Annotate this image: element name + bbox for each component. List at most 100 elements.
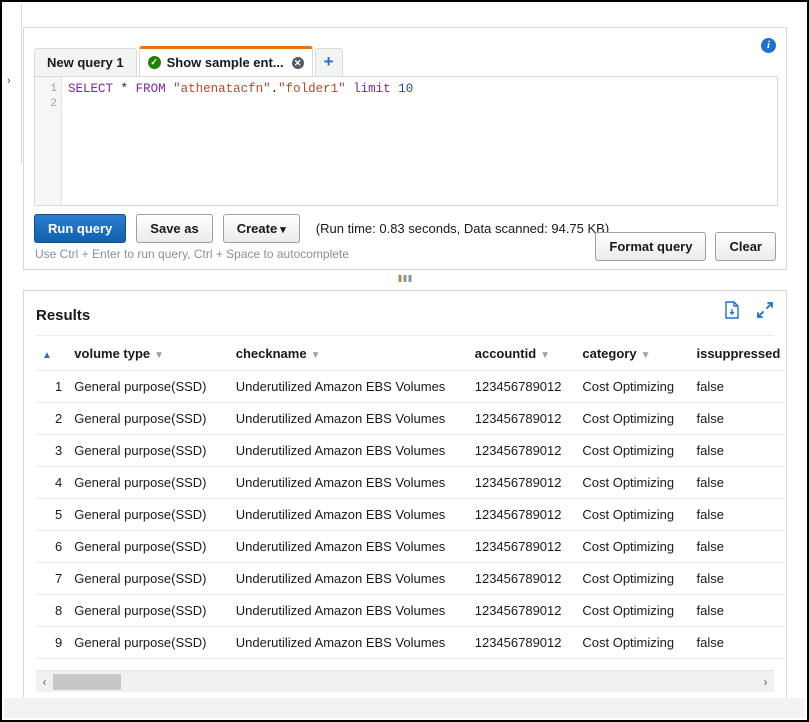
cell-issuppressed: false bbox=[690, 467, 786, 499]
cell-category: Cost Optimizing bbox=[576, 499, 690, 531]
cell-idx: 7 bbox=[36, 563, 68, 595]
table-row[interactable]: 8General purpose(SSD)Underutilized Amazo… bbox=[36, 595, 786, 627]
cell-category: Cost Optimizing bbox=[576, 531, 690, 563]
table-row[interactable]: 1General purpose(SSD)Underutilized Amazo… bbox=[36, 371, 786, 403]
cell-checkname: Underutilized Amazon EBS Volumes bbox=[230, 627, 469, 659]
column-header-label: issuppressed bbox=[696, 346, 780, 361]
column-header-issuppressed[interactable]: issuppressed ▼ bbox=[690, 336, 786, 371]
cell-idx: 6 bbox=[36, 531, 68, 563]
cell-category: Cost Optimizing bbox=[576, 403, 690, 435]
chevron-down-icon[interactable]: ▼ bbox=[784, 350, 786, 361]
sql-database-name: "athenatacfn" bbox=[173, 82, 271, 96]
splitter-drag-handle-icon[interactable] bbox=[399, 275, 412, 282]
tab-show-sample-entries[interactable]: ✓ Show sample ent... ✕ bbox=[139, 46, 313, 76]
cell-checkname: Underutilized Amazon EBS Volumes bbox=[230, 467, 469, 499]
table-row[interactable]: 6General purpose(SSD)Underutilized Amazo… bbox=[36, 531, 786, 563]
chevron-down-icon[interactable]: ▼ bbox=[540, 350, 550, 361]
chevron-down-icon[interactable]: ▼ bbox=[154, 350, 164, 361]
scroll-left-icon[interactable]: ‹ bbox=[36, 675, 53, 689]
cell-accountid: 123456789012 bbox=[469, 403, 577, 435]
collapsed-sidebar-edge-lower bbox=[4, 164, 22, 284]
chevron-down-icon[interactable]: ▼ bbox=[641, 350, 651, 361]
cell-category: Cost Optimizing bbox=[576, 435, 690, 467]
results-table-body: 1General purpose(SSD)Underutilized Amazo… bbox=[36, 371, 786, 663]
sql-limit-value: 10 bbox=[398, 82, 413, 96]
app-window: › i New query 1 ✓ Show sample ent... ✕ +… bbox=[0, 0, 809, 722]
panel-splitter[interactable] bbox=[23, 272, 787, 288]
results-table-scroll-area[interactable]: ▲ volume type▼ checkname▼ accountid▼ cat bbox=[24, 336, 786, 662]
cell-issuppressed: false bbox=[690, 403, 786, 435]
header-row: ▲ volume type▼ checkname▼ accountid▼ cat bbox=[36, 336, 786, 371]
cell-accountid: 123456789012 bbox=[469, 563, 577, 595]
table-row[interactable]: 2General purpose(SSD)Underutilized Amazo… bbox=[36, 403, 786, 435]
success-check-icon: ✓ bbox=[148, 56, 161, 69]
cell-idx: 5 bbox=[36, 499, 68, 531]
save-as-button[interactable]: Save as bbox=[136, 214, 212, 243]
expand-icon[interactable] bbox=[756, 301, 774, 319]
table-row[interactable]: 7General purpose(SSD)Underutilized Amazo… bbox=[36, 563, 786, 595]
cell-issuppressed: false bbox=[690, 531, 786, 563]
sql-keyword-limit: limit bbox=[353, 82, 391, 96]
cell-checkname: Underutilized Amazon EBS Volumes bbox=[230, 595, 469, 627]
cell-checkname: Underutilized Amazon EBS Volumes bbox=[230, 531, 469, 563]
scrollbar-track[interactable] bbox=[53, 671, 757, 692]
scroll-right-icon[interactable]: › bbox=[757, 675, 774, 689]
close-icon[interactable]: ✕ bbox=[292, 57, 304, 69]
table-row[interactable]: 3General purpose(SSD)Underutilized Amazo… bbox=[36, 435, 786, 467]
tab-new-query-1[interactable]: New query 1 bbox=[34, 48, 137, 76]
cell-accountid: 123456789012 bbox=[469, 595, 577, 627]
column-header-accountid[interactable]: accountid▼ bbox=[469, 336, 577, 371]
add-tab-button[interactable]: + bbox=[315, 48, 343, 76]
table-row[interactable]: 9General purpose(SSD)Underutilized Amazo… bbox=[36, 627, 786, 659]
cell-issuppressed: false bbox=[690, 371, 786, 403]
cell-idx: 4 bbox=[36, 467, 68, 499]
sql-editor[interactable]: 1 2 SELECT * FROM "athenatacfn"."folder1… bbox=[34, 76, 778, 206]
table-row[interactable]: 10General purpose(SSD)Underutilized Amaz… bbox=[36, 659, 786, 663]
cell-volume_type: General purpose(SSD) bbox=[68, 595, 229, 627]
sidebar-expand-icon[interactable]: › bbox=[7, 74, 15, 88]
cell-volume_type: General purpose(SSD) bbox=[68, 403, 229, 435]
query-tab-strip: New query 1 ✓ Show sample ent... ✕ + bbox=[34, 46, 343, 76]
table-row[interactable]: 5General purpose(SSD)Underutilized Amazo… bbox=[36, 499, 786, 531]
scrollbar-thumb[interactable] bbox=[53, 674, 121, 690]
table-row[interactable]: 4General purpose(SSD)Underutilized Amazo… bbox=[36, 467, 786, 499]
editor-hint-text: Use Ctrl + Enter to run query, Ctrl + Sp… bbox=[35, 247, 349, 261]
column-header-volume-type[interactable]: volume type▼ bbox=[68, 336, 229, 371]
cell-accountid: 123456789012 bbox=[469, 435, 577, 467]
cell-accountid: 123456789012 bbox=[469, 531, 577, 563]
info-icon[interactable]: i bbox=[761, 38, 776, 53]
column-header-label: category bbox=[582, 346, 636, 361]
download-file-icon[interactable] bbox=[724, 301, 740, 319]
window-bottom-strip bbox=[4, 698, 805, 718]
cell-issuppressed: false bbox=[690, 659, 786, 663]
cell-idx: 3 bbox=[36, 435, 68, 467]
column-header-sort-indicator[interactable]: ▲ bbox=[36, 336, 68, 371]
cell-category: Cost Optimizing bbox=[576, 627, 690, 659]
cell-accountid: 123456789012 bbox=[469, 371, 577, 403]
cell-issuppressed: false bbox=[690, 563, 786, 595]
results-header-icons bbox=[724, 301, 774, 319]
column-header-category[interactable]: category ▼ bbox=[576, 336, 690, 371]
sql-code-text[interactable]: SELECT * FROM "athenatacfn"."folder1" li… bbox=[62, 77, 777, 205]
create-button[interactable]: Create bbox=[223, 214, 300, 243]
chevron-down-icon[interactable]: ▼ bbox=[311, 350, 321, 361]
editor-action-bar: Run query Save as Create (Run time: 0.83… bbox=[34, 214, 609, 243]
cell-checkname: Underutilized Amazon EBS Volumes bbox=[230, 371, 469, 403]
cell-volume_type: General purpose(SSD) bbox=[68, 563, 229, 595]
clear-button[interactable]: Clear bbox=[715, 232, 776, 261]
horizontal-scrollbar[interactable]: ‹ › bbox=[36, 670, 774, 692]
run-info-text: (Run time: 0.83 seconds, Data scanned: 9… bbox=[316, 221, 609, 236]
cell-category: Cost Optimizing bbox=[576, 563, 690, 595]
cell-volume_type: General purpose(SSD) bbox=[68, 435, 229, 467]
cell-volume_type: General purpose(SSD) bbox=[68, 659, 229, 663]
results-table-header: ▲ volume type▼ checkname▼ accountid▼ cat bbox=[36, 336, 786, 371]
format-query-button[interactable]: Format query bbox=[595, 232, 706, 261]
sql-keyword-select: SELECT bbox=[68, 82, 113, 96]
run-query-button[interactable]: Run query bbox=[34, 214, 126, 243]
cell-volume_type: General purpose(SSD) bbox=[68, 531, 229, 563]
column-header-checkname[interactable]: checkname▼ bbox=[230, 336, 469, 371]
results-header: Results bbox=[24, 291, 786, 331]
line-number: 2 bbox=[35, 97, 61, 112]
cell-idx: 8 bbox=[36, 595, 68, 627]
cell-accountid: 123456789012 bbox=[469, 659, 577, 663]
